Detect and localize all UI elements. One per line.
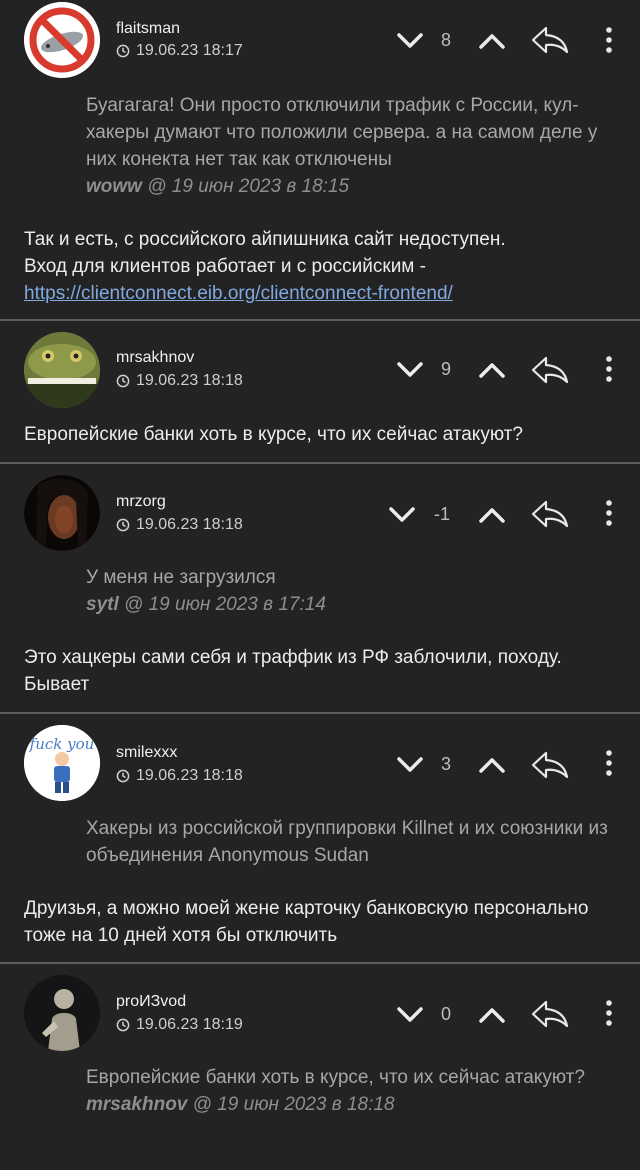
vote-controls: -1 bbox=[388, 504, 506, 525]
reply-icon[interactable] bbox=[530, 749, 570, 781]
no-fish-icon bbox=[24, 2, 100, 78]
avatar-lettering: fuck you bbox=[29, 735, 95, 753]
clock-icon bbox=[116, 518, 130, 532]
timestamp: 19.06.23 18:18 bbox=[116, 767, 243, 785]
quote-meta: mrsakhnov @ 19 июн 2023 в 18:18 bbox=[86, 1091, 616, 1118]
comment-body: Европейские банки хоть в курсе, что их с… bbox=[24, 424, 523, 445]
quote-block: Хакеры из российской группировки Killnet… bbox=[86, 815, 616, 869]
clock-icon bbox=[116, 769, 130, 783]
quote-block: Европейские банки хоть в курсе, что их с… bbox=[86, 1064, 616, 1118]
vote-controls: 3 bbox=[396, 754, 506, 775]
timestamp: 19.06.23 18:18 bbox=[116, 516, 243, 534]
clock-icon bbox=[116, 374, 130, 388]
quote-block: Буагагага! Они просто отключили трафик с… bbox=[86, 92, 616, 200]
username[interactable]: smilexxx bbox=[116, 744, 177, 762]
score: 9 bbox=[440, 359, 451, 379]
score: -1 bbox=[433, 504, 450, 524]
avatar[interactable] bbox=[24, 475, 100, 551]
quote-date: @ 19 июн 2023 в 17:14 bbox=[124, 594, 326, 615]
chevron-up-icon[interactable] bbox=[478, 360, 506, 380]
score: 0 bbox=[440, 1004, 451, 1024]
avatar[interactable] bbox=[24, 332, 100, 408]
reply-icon[interactable] bbox=[530, 24, 570, 56]
comment: mrzorg 19.06.23 18:18 -1 У меня не загру… bbox=[0, 464, 640, 714]
timestamp-text: 19.06.23 18:18 bbox=[136, 372, 243, 389]
chevron-up-icon[interactable] bbox=[478, 31, 506, 51]
quote-text: У меня не загрузился bbox=[86, 567, 276, 588]
comment-body: Так и есть, с российского айпишника сайт… bbox=[24, 226, 616, 307]
chevron-down-icon[interactable] bbox=[396, 31, 424, 51]
quote-date: @ 19 июн 2023 в 18:18 bbox=[192, 1094, 395, 1115]
quote-meta: sytl @ 19 июн 2023 в 17:14 bbox=[86, 591, 616, 618]
timestamp-text: 19.06.23 18:18 bbox=[136, 767, 243, 784]
quote-author[interactable]: mrsakhnov bbox=[86, 1094, 187, 1115]
comment: mrsakhnov 19.06.23 18:18 9 Европейские б… bbox=[0, 321, 640, 464]
comment-body: Это хацкеры сами себя и траффик из РФ за… bbox=[24, 647, 562, 695]
body-line: Вход для клиентов работает и с российски… bbox=[24, 256, 426, 277]
body-line: Так и есть, с российского айпишника сайт… bbox=[24, 229, 506, 250]
quote-date: @ 19 июн 2023 в 18:15 bbox=[147, 176, 350, 197]
quote-meta: woww @ 19 июн 2023 в 18:15 bbox=[86, 173, 616, 200]
chevron-down-icon[interactable] bbox=[388, 505, 416, 525]
more-options-icon[interactable] bbox=[604, 499, 614, 527]
quote-text: Европейские банки хоть в курсе, что их с… bbox=[86, 1067, 585, 1088]
chevron-down-icon[interactable] bbox=[396, 1005, 424, 1025]
more-options-icon[interactable] bbox=[604, 26, 614, 54]
score: 8 bbox=[440, 30, 451, 50]
timestamp-text: 19.06.23 18:18 bbox=[136, 516, 243, 533]
comment: fuck you smilexxx 19.06.23 18:18 3 Хакер… bbox=[0, 714, 640, 964]
more-options-icon[interactable] bbox=[604, 355, 614, 383]
timestamp-text: 19.06.23 18:19 bbox=[136, 1016, 243, 1033]
avatar[interactable] bbox=[24, 975, 100, 1051]
quote-block: У меня не загрузился sytl @ 19 июн 2023 … bbox=[86, 564, 616, 618]
vote-controls: 8 bbox=[396, 30, 506, 51]
crocodile-avatar-image bbox=[24, 332, 100, 408]
more-options-icon[interactable] bbox=[604, 749, 614, 777]
comment: flaitsman 19.06.23 18:17 8 Буагагага! Он… bbox=[0, 0, 640, 321]
username[interactable]: flaitsman bbox=[116, 20, 180, 38]
reply-icon[interactable] bbox=[530, 498, 570, 530]
chevron-up-icon[interactable] bbox=[478, 755, 506, 775]
comment-link[interactable]: https://clientconnect.eib.org/clientconn… bbox=[24, 283, 453, 304]
quote-text: Буагагага! Они просто отключили трафик с… bbox=[86, 95, 598, 170]
chevron-up-icon[interactable] bbox=[478, 505, 506, 525]
clock-icon bbox=[116, 1018, 130, 1032]
timestamp: 19.06.23 18:19 bbox=[116, 1016, 243, 1034]
statue-avatar-image bbox=[24, 975, 100, 1051]
avatar[interactable]: fuck you bbox=[24, 725, 100, 801]
quote-author[interactable]: sytl bbox=[86, 594, 119, 615]
comment: proИЗvod 19.06.23 18:19 0 Европейские ба… bbox=[0, 964, 640, 1170]
avatar[interactable] bbox=[24, 2, 100, 78]
username[interactable]: mrsakhnov bbox=[116, 349, 194, 367]
more-options-icon[interactable] bbox=[604, 999, 614, 1027]
reply-icon[interactable] bbox=[530, 354, 570, 386]
score: 3 bbox=[440, 754, 451, 774]
comment-body: Друизья, а можно моей жене карточку банк… bbox=[24, 898, 589, 946]
reply-icon[interactable] bbox=[530, 998, 570, 1030]
timestamp: 19.06.23 18:18 bbox=[116, 372, 243, 390]
timestamp-text: 19.06.23 18:17 bbox=[136, 42, 243, 59]
username[interactable]: proИЗvod bbox=[116, 993, 186, 1011]
cartoon-avatar-image: fuck you bbox=[24, 725, 100, 801]
chevron-up-icon[interactable] bbox=[478, 1005, 506, 1025]
chevron-down-icon[interactable] bbox=[396, 360, 424, 380]
chevron-down-icon[interactable] bbox=[396, 755, 424, 775]
dark-face-avatar-image bbox=[24, 475, 100, 551]
quote-author[interactable]: woww bbox=[86, 176, 142, 197]
vote-controls: 9 bbox=[396, 359, 506, 380]
clock-icon bbox=[116, 44, 130, 58]
quote-text: Хакеры из российской группировки Killnet… bbox=[86, 818, 608, 866]
username[interactable]: mrzorg bbox=[116, 493, 166, 511]
vote-controls: 0 bbox=[396, 1004, 506, 1025]
timestamp: 19.06.23 18:17 bbox=[116, 42, 243, 60]
